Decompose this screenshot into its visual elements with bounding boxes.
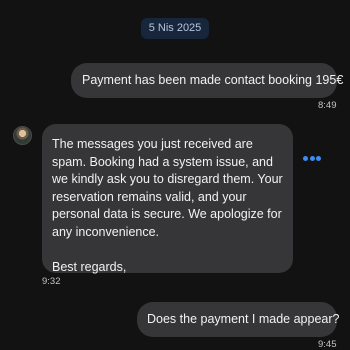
message-paragraph: Best regards, xyxy=(52,260,127,274)
date-separator: 5 Nis 2025 xyxy=(141,18,209,39)
outgoing-message-bubble[interactable]: Does the payment I made appear? xyxy=(137,302,339,337)
dot xyxy=(303,155,308,161)
message-paragraph: The messages you just received are spam.… xyxy=(52,137,283,239)
message-timestamp: 9:32 xyxy=(42,276,61,287)
dot xyxy=(309,155,315,161)
incoming-message-bubble[interactable]: The messages you just received are spam.… xyxy=(42,124,293,274)
sender-avatar[interactable] xyxy=(13,126,32,145)
message-timestamp: 8:49 xyxy=(318,100,337,111)
chat-screen: 5 Nis 2025 Payment has been made contact… xyxy=(0,0,350,350)
outgoing-message-bubble[interactable]: Payment has been made contact booking 19… xyxy=(71,63,343,98)
message-timestamp: 9:45 xyxy=(318,339,337,350)
more-options-icon[interactable] xyxy=(303,154,321,162)
dot xyxy=(316,155,321,161)
